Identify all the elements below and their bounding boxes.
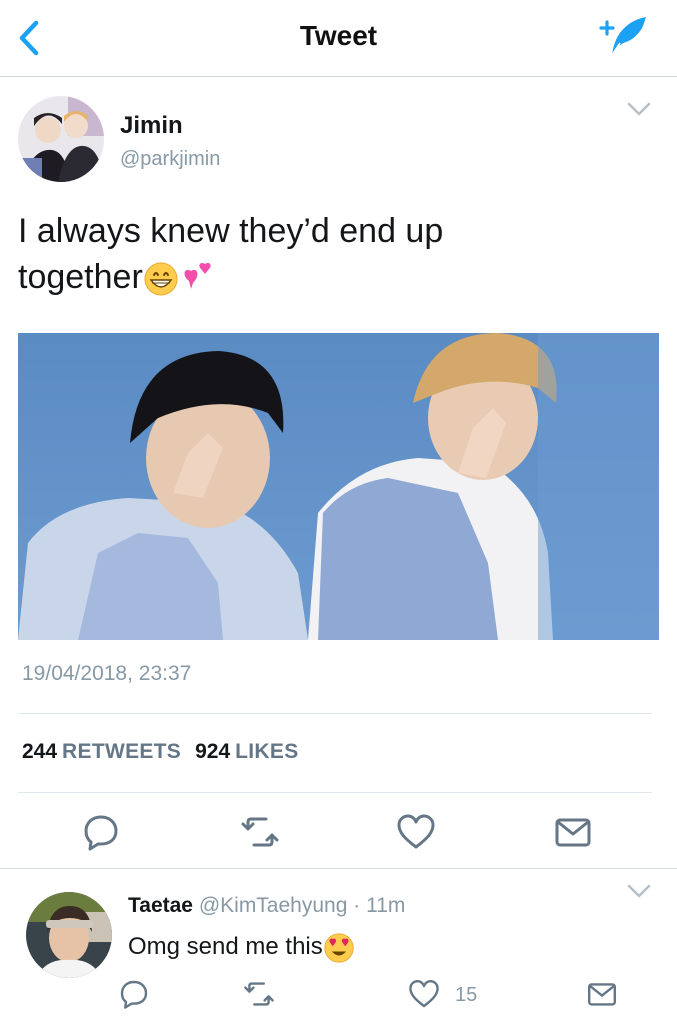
reply-like-count: 15 [455, 984, 478, 1006]
reply-header: Taetae @KimTaehyung · 11m [128, 894, 405, 918]
retweet-label[interactable]: RETWEETS [62, 740, 181, 763]
divider [0, 868, 677, 869]
author-handle[interactable]: @parkjimin [120, 148, 220, 171]
tweet-text: I always knew they’d end up together [18, 208, 638, 300]
author-name[interactable]: Jimin [120, 112, 183, 140]
reply-message-icon[interactable] [586, 978, 618, 1010]
reply-avatar[interactable] [26, 892, 112, 978]
heart-eyes-emoji-icon [324, 932, 354, 963]
tweet-text-line-1: I always knew they’d end up [18, 212, 444, 250]
tweet-text-line-2-text: together [18, 258, 143, 296]
reply-author-handle[interactable]: @KimTaehyung [199, 894, 348, 917]
like-count[interactable]: 924 [195, 740, 230, 763]
reply-retweet-icon[interactable] [243, 978, 275, 1010]
page-title: Tweet [299, 20, 378, 51]
tweet-media-image[interactable] [18, 333, 659, 640]
retweet-count[interactable]: 244 [22, 740, 57, 763]
divider [18, 792, 652, 793]
like-icon[interactable] [396, 812, 436, 852]
reply-icon[interactable] [81, 812, 121, 852]
reply-like-icon[interactable] [408, 978, 440, 1010]
grinning-face-emoji-icon [144, 262, 178, 296]
reply-text: Omg send me this [128, 930, 355, 964]
two-hearts-emoji-icon [184, 262, 211, 290]
reply-chevron-down-icon[interactable] [626, 882, 652, 900]
divider [18, 713, 652, 714]
reply-separator: · [353, 894, 361, 917]
tweet-text-line-2: together [18, 254, 638, 300]
reply-text-body: Omg send me this [128, 933, 323, 960]
reply-reply-icon[interactable] [118, 978, 150, 1010]
message-icon[interactable] [553, 812, 593, 852]
chevron-down-icon[interactable] [626, 100, 652, 118]
tweet-timestamp: 19/04/2018, 23:37 [22, 662, 192, 685]
tweet-stats: 244 RETWEETS 924 LIKES [22, 740, 313, 764]
retweet-icon[interactable] [240, 812, 280, 852]
reply-author-name[interactable]: Taetae [128, 894, 193, 917]
compose-tweet-icon[interactable] [598, 14, 650, 58]
author-avatar[interactable] [18, 96, 104, 182]
reply-time: 11m [366, 894, 406, 917]
like-label[interactable]: LIKES [235, 740, 298, 763]
